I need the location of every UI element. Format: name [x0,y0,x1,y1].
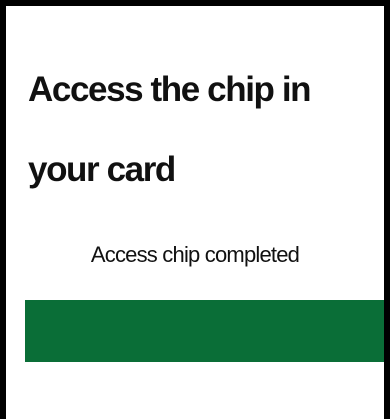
status-message: Access chip completed [90,242,300,267]
page-title: Access the chip in your card [28,70,312,189]
progress-bar [25,300,384,362]
chip-access-screen: Access the chip in your card Access chip… [0,0,390,419]
progress-fill [25,300,384,362]
